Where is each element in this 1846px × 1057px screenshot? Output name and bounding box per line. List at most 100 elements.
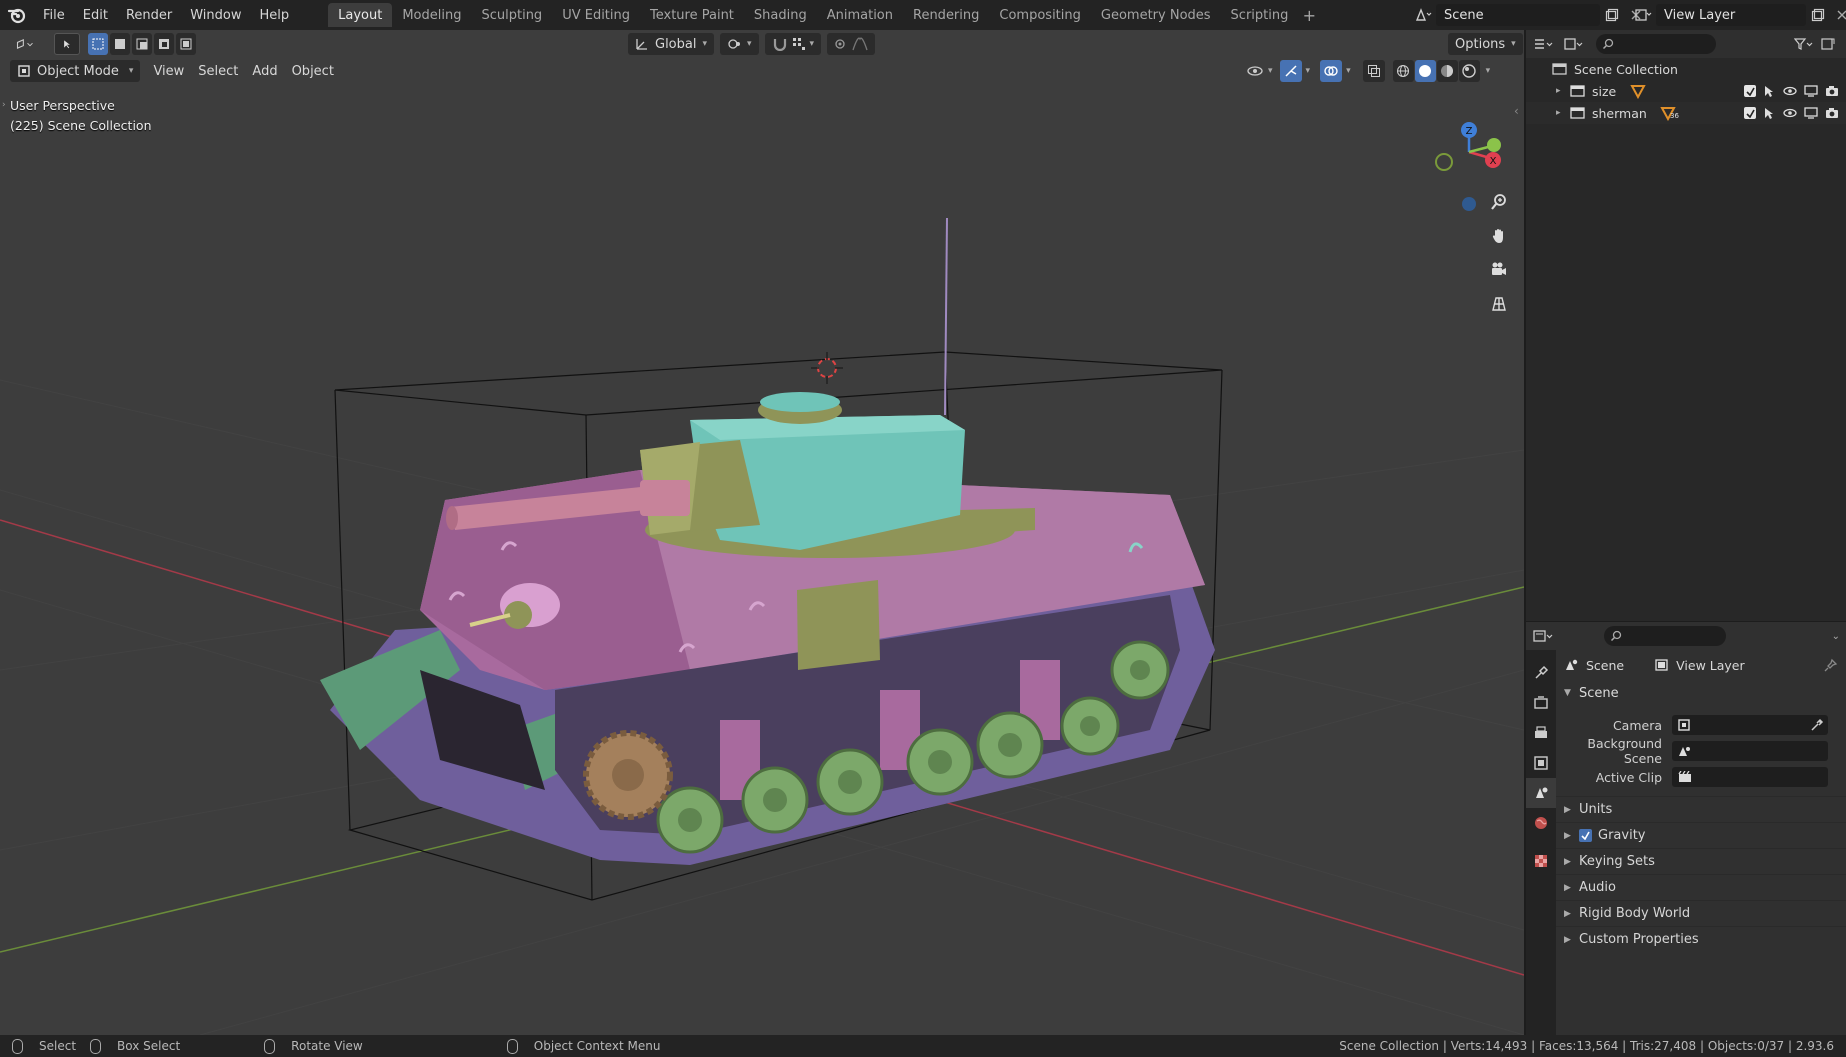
tab-scripting[interactable]: Scripting — [1221, 3, 1299, 27]
render-camera-icon[interactable] — [1824, 105, 1840, 121]
editor-type-icon[interactable] — [8, 33, 42, 55]
audio-panel[interactable]: ▶ Audio — [1556, 874, 1846, 900]
scene-browse-icon[interactable] — [1412, 4, 1436, 26]
menu-object[interactable]: Object — [285, 60, 341, 82]
active-clip-field[interactable] — [1672, 767, 1828, 787]
tab-shading[interactable]: Shading — [744, 3, 817, 27]
scene-panel-header[interactable]: ▼ Scene — [1556, 680, 1846, 706]
ortho-grid-icon[interactable] — [1484, 289, 1514, 319]
selectable-arrow-icon[interactable] — [1761, 83, 1777, 99]
new-scene-icon[interactable] — [1600, 4, 1624, 26]
tab-layout[interactable]: Layout — [328, 3, 393, 27]
filter-icon[interactable] — [1792, 33, 1816, 55]
monitor-icon[interactable] — [1803, 83, 1819, 99]
custom-properties-panel[interactable]: ▶ Custom Properties — [1556, 926, 1846, 952]
select-invert-icon[interactable] — [154, 33, 174, 55]
properties-search-input[interactable] — [1604, 626, 1726, 646]
eye-icon[interactable] — [1782, 105, 1798, 121]
chevron-down-icon[interactable]: ▾ — [1486, 66, 1491, 76]
camera-field[interactable] — [1672, 715, 1828, 735]
gravity-panel[interactable]: ▶ Gravity — [1556, 822, 1846, 848]
select-tool-icon[interactable] — [54, 33, 80, 55]
viewport-scene[interactable] — [0, 30, 1524, 1035]
exclude-checkbox[interactable] — [1744, 85, 1756, 97]
properties-editor-type-icon[interactable] — [1532, 625, 1556, 647]
tab-modeling[interactable]: Modeling — [392, 3, 471, 27]
render-tab-icon[interactable] — [1526, 688, 1556, 718]
tool-tab-icon[interactable] — [1526, 658, 1556, 688]
scene-name-field[interactable]: Scene — [1436, 4, 1600, 26]
eye-icon[interactable] — [1782, 83, 1798, 99]
menu-select[interactable]: Select — [191, 60, 245, 82]
mesh-data-icon[interactable] — [1630, 83, 1646, 99]
add-workspace-button[interactable]: + — [1298, 4, 1320, 26]
tab-uv-editing[interactable]: UV Editing — [552, 3, 640, 27]
view-layer-tab-icon[interactable] — [1526, 748, 1556, 778]
tab-compositing[interactable]: Compositing — [989, 3, 1091, 27]
rigid-body-world-panel[interactable]: ▶ Rigid Body World — [1556, 900, 1846, 926]
visibility-dropdown[interactable]: ▾ — [1244, 60, 1276, 82]
outliner-scene-collection[interactable]: Scene Collection — [1526, 58, 1846, 80]
world-tab-icon[interactable] — [1526, 808, 1556, 838]
tank-model[interactable] — [320, 217, 1215, 865]
3d-viewport[interactable]: Global ▾ ▾ ▾ Options ▾ Object Mode ▾ Vie… — [0, 30, 1524, 1035]
menu-add[interactable]: Add — [245, 60, 284, 82]
tab-texture-paint[interactable]: Texture Paint — [640, 3, 744, 27]
display-mode-icon[interactable] — [1562, 33, 1586, 55]
blender-logo-icon[interactable] — [0, 0, 34, 30]
transform-orientation-dropdown[interactable]: Global ▾ — [628, 33, 715, 55]
exclude-checkbox[interactable] — [1744, 107, 1756, 119]
chevron-down-icon[interactable]: ▾ — [1306, 66, 1311, 76]
select-extend-icon[interactable] — [110, 33, 130, 55]
zoom-icon[interactable] — [1484, 187, 1514, 217]
wireframe-shading-icon[interactable] — [1392, 60, 1414, 82]
pin-icon[interactable] — [1824, 658, 1838, 672]
tab-geometry-nodes[interactable]: Geometry Nodes — [1091, 3, 1221, 27]
view-layer-name-field[interactable]: View Layer — [1656, 4, 1806, 26]
tab-sculpting[interactable]: Sculpting — [471, 3, 552, 27]
scene-tab-icon[interactable] — [1526, 778, 1556, 808]
options-dropdown[interactable]: Options ▾ — [1448, 33, 1523, 55]
chevron-down-icon[interactable]: ⌄ — [1832, 631, 1840, 642]
render-camera-icon[interactable] — [1824, 83, 1840, 99]
tab-animation[interactable]: Animation — [817, 3, 903, 27]
menu-help[interactable]: Help — [251, 0, 299, 30]
sidebar-expand-icon[interactable]: ‹ — [1514, 104, 1519, 118]
xray-toggle[interactable] — [1362, 60, 1385, 82]
camera-view-icon[interactable] — [1484, 255, 1514, 285]
toolbar-expand-icon[interactable]: › — [2, 100, 6, 110]
output-tab-icon[interactable] — [1526, 718, 1556, 748]
menu-window[interactable]: Window — [181, 0, 250, 30]
pan-hand-icon[interactable] — [1484, 221, 1514, 251]
tab-rendering[interactable]: Rendering — [903, 3, 989, 27]
eyedropper-icon[interactable] — [1810, 718, 1824, 732]
pivot-point-dropdown[interactable]: ▾ — [720, 33, 759, 55]
expand-arrow-icon[interactable]: ▸ — [1556, 108, 1570, 118]
monitor-icon[interactable] — [1803, 105, 1819, 121]
proportional-edit-toggle[interactable] — [827, 33, 876, 55]
new-collection-icon[interactable] — [1816, 33, 1840, 55]
gizmo-toggle[interactable] — [1279, 60, 1302, 82]
selectable-arrow-icon[interactable] — [1761, 105, 1777, 121]
menu-view[interactable]: View — [146, 60, 191, 82]
new-view-layer-icon[interactable] — [1806, 4, 1830, 26]
texture-tab-icon[interactable] — [1526, 846, 1556, 876]
chevron-down-icon[interactable]: ▾ — [1346, 66, 1351, 76]
menu-edit[interactable]: Edit — [74, 0, 117, 30]
rendered-shading-icon[interactable] — [1458, 60, 1480, 82]
select-subtract-icon[interactable] — [132, 33, 152, 55]
view-layer-browse-icon[interactable] — [1632, 4, 1656, 26]
outliner-search-input[interactable] — [1596, 34, 1716, 54]
keying-sets-panel[interactable]: ▶ Keying Sets — [1556, 848, 1846, 874]
units-panel[interactable]: ▶ Units — [1556, 796, 1846, 822]
overlays-toggle[interactable] — [1320, 60, 1343, 82]
select-intersect-icon[interactable] — [176, 33, 196, 55]
outliner-row-size[interactable]: ▸ size — [1526, 80, 1846, 102]
solid-shading-icon[interactable] — [1414, 60, 1436, 82]
menu-file[interactable]: File — [34, 0, 74, 30]
material-shading-icon[interactable] — [1436, 60, 1458, 82]
background-scene-field[interactable] — [1672, 741, 1828, 761]
select-new-icon[interactable] — [88, 33, 108, 55]
expand-arrow-icon[interactable]: ▸ — [1556, 86, 1570, 96]
outliner-row-sherman[interactable]: ▸ sherman 36 — [1526, 102, 1846, 124]
